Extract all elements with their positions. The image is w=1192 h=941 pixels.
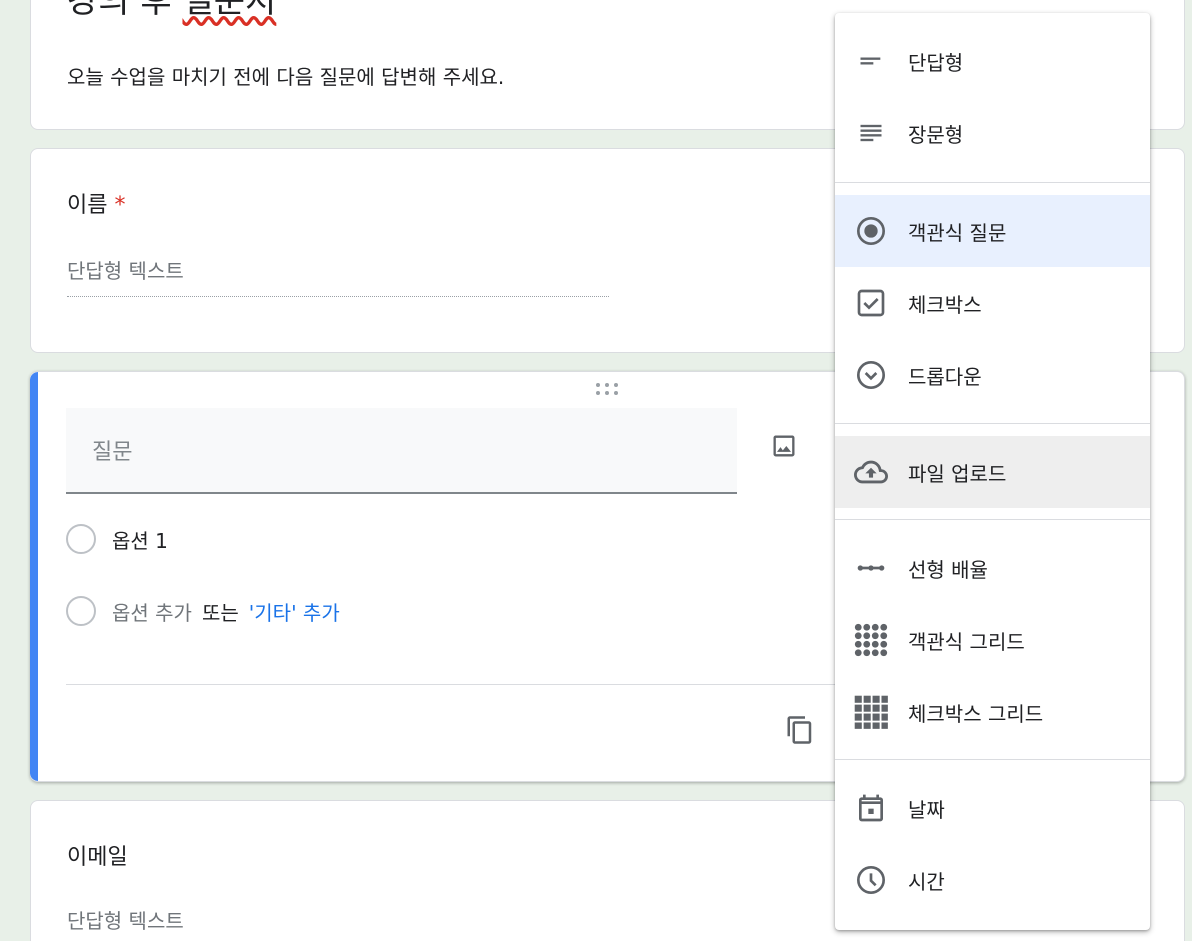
question-title-text: 이름 bbox=[67, 193, 108, 218]
duplicate-button[interactable] bbox=[782, 712, 818, 748]
radio-icon bbox=[66, 524, 96, 554]
menu-item-label: 객관식 질문 bbox=[908, 220, 1007, 245]
option-1-label[interactable]: 옵션 1 bbox=[112, 525, 168, 554]
dropdown-icon bbox=[853, 359, 889, 391]
menu-item-paragraph[interactable]: 장문형 bbox=[835, 97, 1150, 169]
image-icon bbox=[773, 435, 795, 457]
menu-item-label: 객관식 그리드 bbox=[908, 629, 1025, 654]
form-title-misspelled: 설문지 bbox=[182, 0, 277, 21]
menu-item-checkbox[interactable]: 체크박스 bbox=[835, 267, 1150, 339]
question-type-menu[interactable]: 단답형 장문형 객관식 질문 체크박스 드롭다운 파일 업로드 선형 배율 객관… bbox=[835, 13, 1150, 930]
short-answer-placeholder: 단답형 텍스트 bbox=[67, 905, 609, 941]
menu-item-checkbox-grid[interactable]: 체크박스 그리드 bbox=[835, 676, 1150, 748]
calendar-icon bbox=[853, 792, 889, 824]
add-other-link[interactable]: '기타' 추가 bbox=[249, 597, 340, 626]
or-text: 또는 bbox=[201, 600, 239, 625]
add-option-row[interactable]: 옵션 추가 또는 '기타' 추가 bbox=[66, 596, 340, 626]
menu-item-multiple-choice-grid[interactable]: 객관식 그리드 bbox=[835, 604, 1150, 676]
menu-item-time[interactable]: 시간 bbox=[835, 844, 1150, 916]
square-grid-icon bbox=[853, 695, 889, 729]
question-title: 이름 * bbox=[67, 187, 125, 219]
linear-scale-icon bbox=[853, 552, 889, 584]
form-description[interactable]: 오늘 수업을 마치기 전에 다음 질문에 답변해 주세요. bbox=[67, 61, 504, 90]
menu-divider bbox=[835, 423, 1150, 424]
question-title-text: 이메일 bbox=[67, 845, 128, 870]
active-card-accent bbox=[30, 372, 38, 781]
menu-item-label: 파일 업로드 bbox=[908, 461, 1007, 486]
radio-icon bbox=[66, 596, 96, 626]
menu-item-label: 단답형 bbox=[908, 50, 964, 75]
menu-item-label: 날짜 bbox=[908, 797, 945, 822]
menu-divider bbox=[835, 759, 1150, 760]
menu-item-label: 시간 bbox=[908, 869, 945, 894]
dot-grid-icon bbox=[853, 623, 889, 657]
menu-item-date[interactable]: 날짜 bbox=[835, 772, 1150, 844]
add-image-button[interactable] bbox=[766, 428, 802, 464]
copy-icon bbox=[787, 716, 812, 744]
add-option-link[interactable]: 옵션 추가 bbox=[112, 597, 192, 626]
menu-item-linear-scale[interactable]: 선형 배율 bbox=[835, 532, 1150, 604]
cloud-upload-icon bbox=[853, 456, 889, 488]
form-title-prefix: 강의 후 bbox=[67, 0, 183, 21]
menu-item-label: 드롭다운 bbox=[908, 364, 982, 389]
required-asterisk: * bbox=[114, 193, 126, 218]
menu-item-multiple-choice[interactable]: 객관식 질문 bbox=[835, 195, 1150, 267]
menu-item-label: 체크박스 그리드 bbox=[908, 701, 1044, 726]
checkbox-icon bbox=[853, 287, 889, 319]
menu-item-short-answer[interactable]: 단답형 bbox=[835, 25, 1150, 97]
menu-item-label: 체크박스 bbox=[908, 292, 982, 317]
form-title[interactable]: 강의 후 설문지 bbox=[67, 0, 276, 21]
short-answer-icon bbox=[853, 45, 889, 77]
option-row-1[interactable]: 옵션 1 bbox=[66, 524, 168, 554]
menu-divider bbox=[835, 182, 1150, 183]
short-answer-placeholder: 단답형 텍스트 bbox=[67, 255, 609, 297]
menu-item-dropdown[interactable]: 드롭다운 bbox=[835, 339, 1150, 411]
menu-item-file-upload[interactable]: 파일 업로드 bbox=[835, 436, 1150, 508]
drag-handle-icon[interactable] bbox=[596, 383, 622, 397]
radio-button-icon bbox=[853, 215, 889, 247]
question-title-input[interactable]: 질문 bbox=[66, 408, 737, 494]
menu-divider bbox=[835, 519, 1150, 520]
clock-icon bbox=[853, 864, 889, 896]
menu-item-label: 선형 배율 bbox=[908, 557, 988, 582]
paragraph-icon bbox=[853, 117, 889, 149]
menu-item-label: 장문형 bbox=[908, 122, 964, 147]
